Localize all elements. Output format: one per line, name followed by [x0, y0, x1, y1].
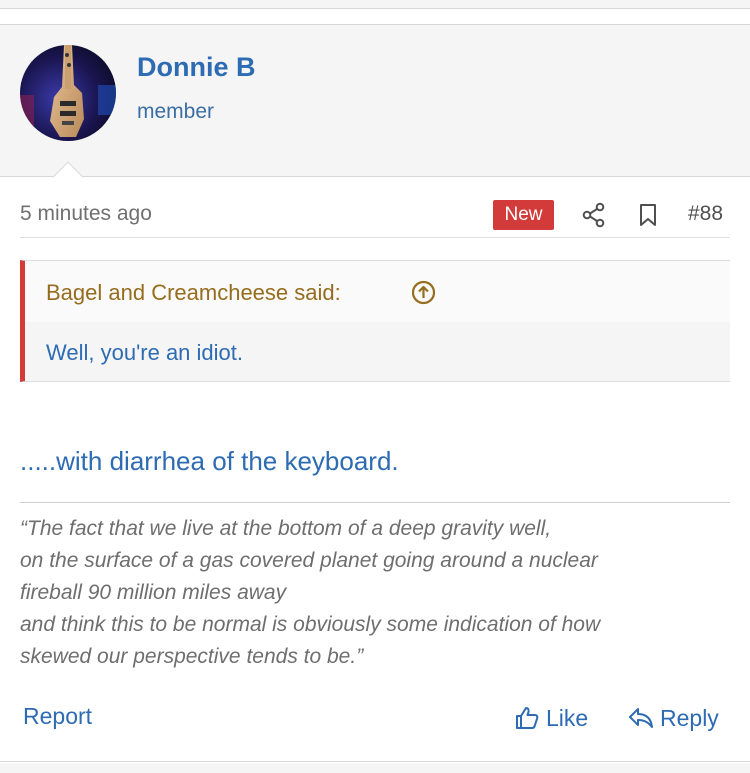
reply-arrow-icon: [629, 708, 653, 728]
quote-block: Bagel and Creamcheese said: Well, you're…: [20, 260, 730, 382]
signature-line: skewed our perspective tends to be.”: [20, 645, 364, 668]
reply-label: Reply: [660, 704, 719, 731]
message-text: .....with diarrhea of the keyboard.: [20, 446, 399, 476]
report-link[interactable]: Report: [23, 703, 92, 730]
post-number[interactable]: #88: [688, 202, 723, 226]
signature-line: on the surface of a gas covered planet g…: [20, 549, 598, 572]
header-pointer: [52, 161, 84, 193]
like-label: Like: [546, 704, 589, 731]
new-badge: New: [493, 200, 554, 230]
thumbs-up-icon: [516, 707, 539, 729]
arrow-up-circle-icon[interactable]: [411, 280, 436, 305]
next-post-edge: [0, 763, 750, 773]
post-time[interactable]: 5 minutes ago: [20, 202, 152, 226]
quote-author: Bagel and Creamcheese said:: [46, 280, 341, 305]
avatar[interactable]: [20, 45, 116, 141]
share-icon[interactable]: [581, 202, 607, 228]
previous-post-edge: [0, 0, 750, 9]
quote-text: Well, you're an idiot.: [46, 340, 244, 365]
like-button[interactable]: Like: [514, 703, 588, 733]
signature: “The fact that we live at the bottom of …: [20, 502, 730, 673]
signature-line: fireball 90 million miles away: [20, 581, 287, 604]
user-title: member: [137, 100, 215, 123]
quote-header: Bagel and Creamcheese said:: [25, 261, 730, 322]
forum-post: Donnie B member 5 minutes ago New #88 Ba…: [0, 24, 750, 762]
signature-line: “The fact that we live at the bottom of …: [20, 517, 552, 540]
bookmark-icon[interactable]: [637, 203, 659, 227]
user-header: Donnie B member: [0, 25, 750, 193]
username[interactable]: Donnie B: [137, 52, 256, 83]
reply-button[interactable]: Reply: [628, 703, 719, 733]
post-meta: 5 minutes ago New #88: [20, 200, 730, 238]
signature-line: and think this to be normal is obviously…: [20, 613, 601, 636]
quote-body: Well, you're an idiot.: [25, 322, 730, 381]
